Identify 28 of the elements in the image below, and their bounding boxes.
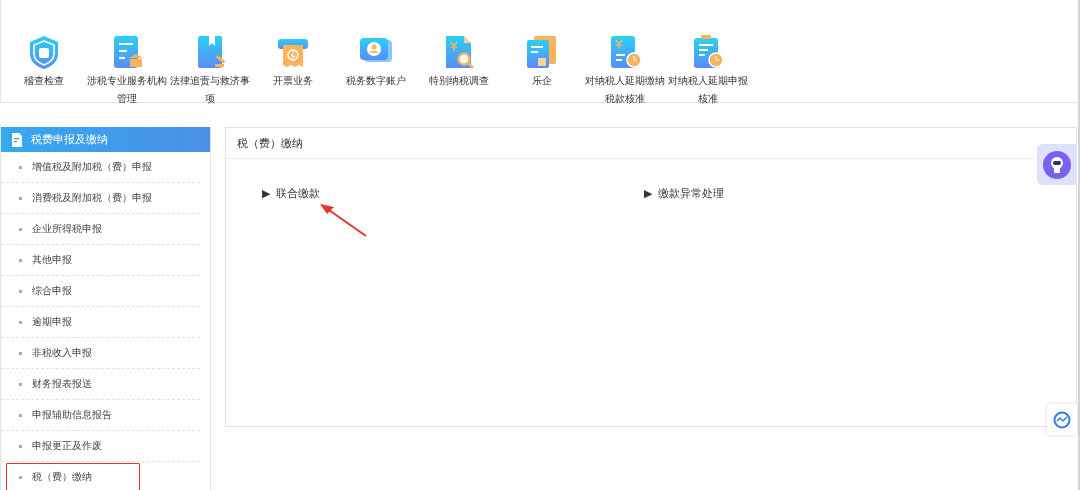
sidebar-item[interactable]: 非税收入申报 [1,338,200,369]
sidebar-item[interactable]: 申报更正及作废 [1,431,200,462]
sidebar-item[interactable]: 逾期申报 [1,307,200,338]
document-icon [11,132,23,147]
sync-button[interactable] [1047,404,1077,435]
refresh-icon [1053,410,1071,429]
sidebar-item[interactable]: 综合申报 [1,276,200,307]
sidebar-title: 税费申报及缴纳 [31,132,108,147]
sidebar-item[interactable]: 企业所得税申报 [1,214,200,245]
assistant-button[interactable] [1037,144,1077,185]
sidebar-item[interactable]: 申报辅助信息报告 [1,400,200,431]
toolbar-item[interactable]: 对纳税人延期申报核准 [666,34,749,108]
toolbar-item[interactable]: 开票业务 [251,34,334,108]
toolbar-item[interactable]: 对纳税人延期缴纳税款核准 [583,34,666,108]
toolbar-item[interactable]: 稽查检查 [2,34,85,108]
service-link[interactable]: ▶ 缴款异常处理 [644,186,724,201]
toolbar-item[interactable]: 特别纳税调查 [417,34,500,108]
sidebar-item[interactable]: 财务报表报送 [1,369,200,400]
sidebar-item[interactable]: 消费税及附加税（费）申报 [1,183,200,214]
sidebar-item[interactable]: 其他申报 [1,245,200,276]
sidebar-item[interactable]: 税（费）缴纳 [5,462,141,490]
sidebar-item[interactable]: 增值税及附加税（费）申报 [1,152,200,183]
service-link[interactable]: ▶ 联合缴款 [262,186,320,201]
toolbar-item[interactable]: 涉税专业服务机构管理 [85,34,168,108]
toolbar-item[interactable]: 税务数字账户 [334,34,417,108]
robot-icon [1043,150,1071,179]
toolbar-item[interactable]: 法律追责与救济事项 [168,34,251,108]
toolbar-item[interactable]: 乐企 [500,34,583,108]
